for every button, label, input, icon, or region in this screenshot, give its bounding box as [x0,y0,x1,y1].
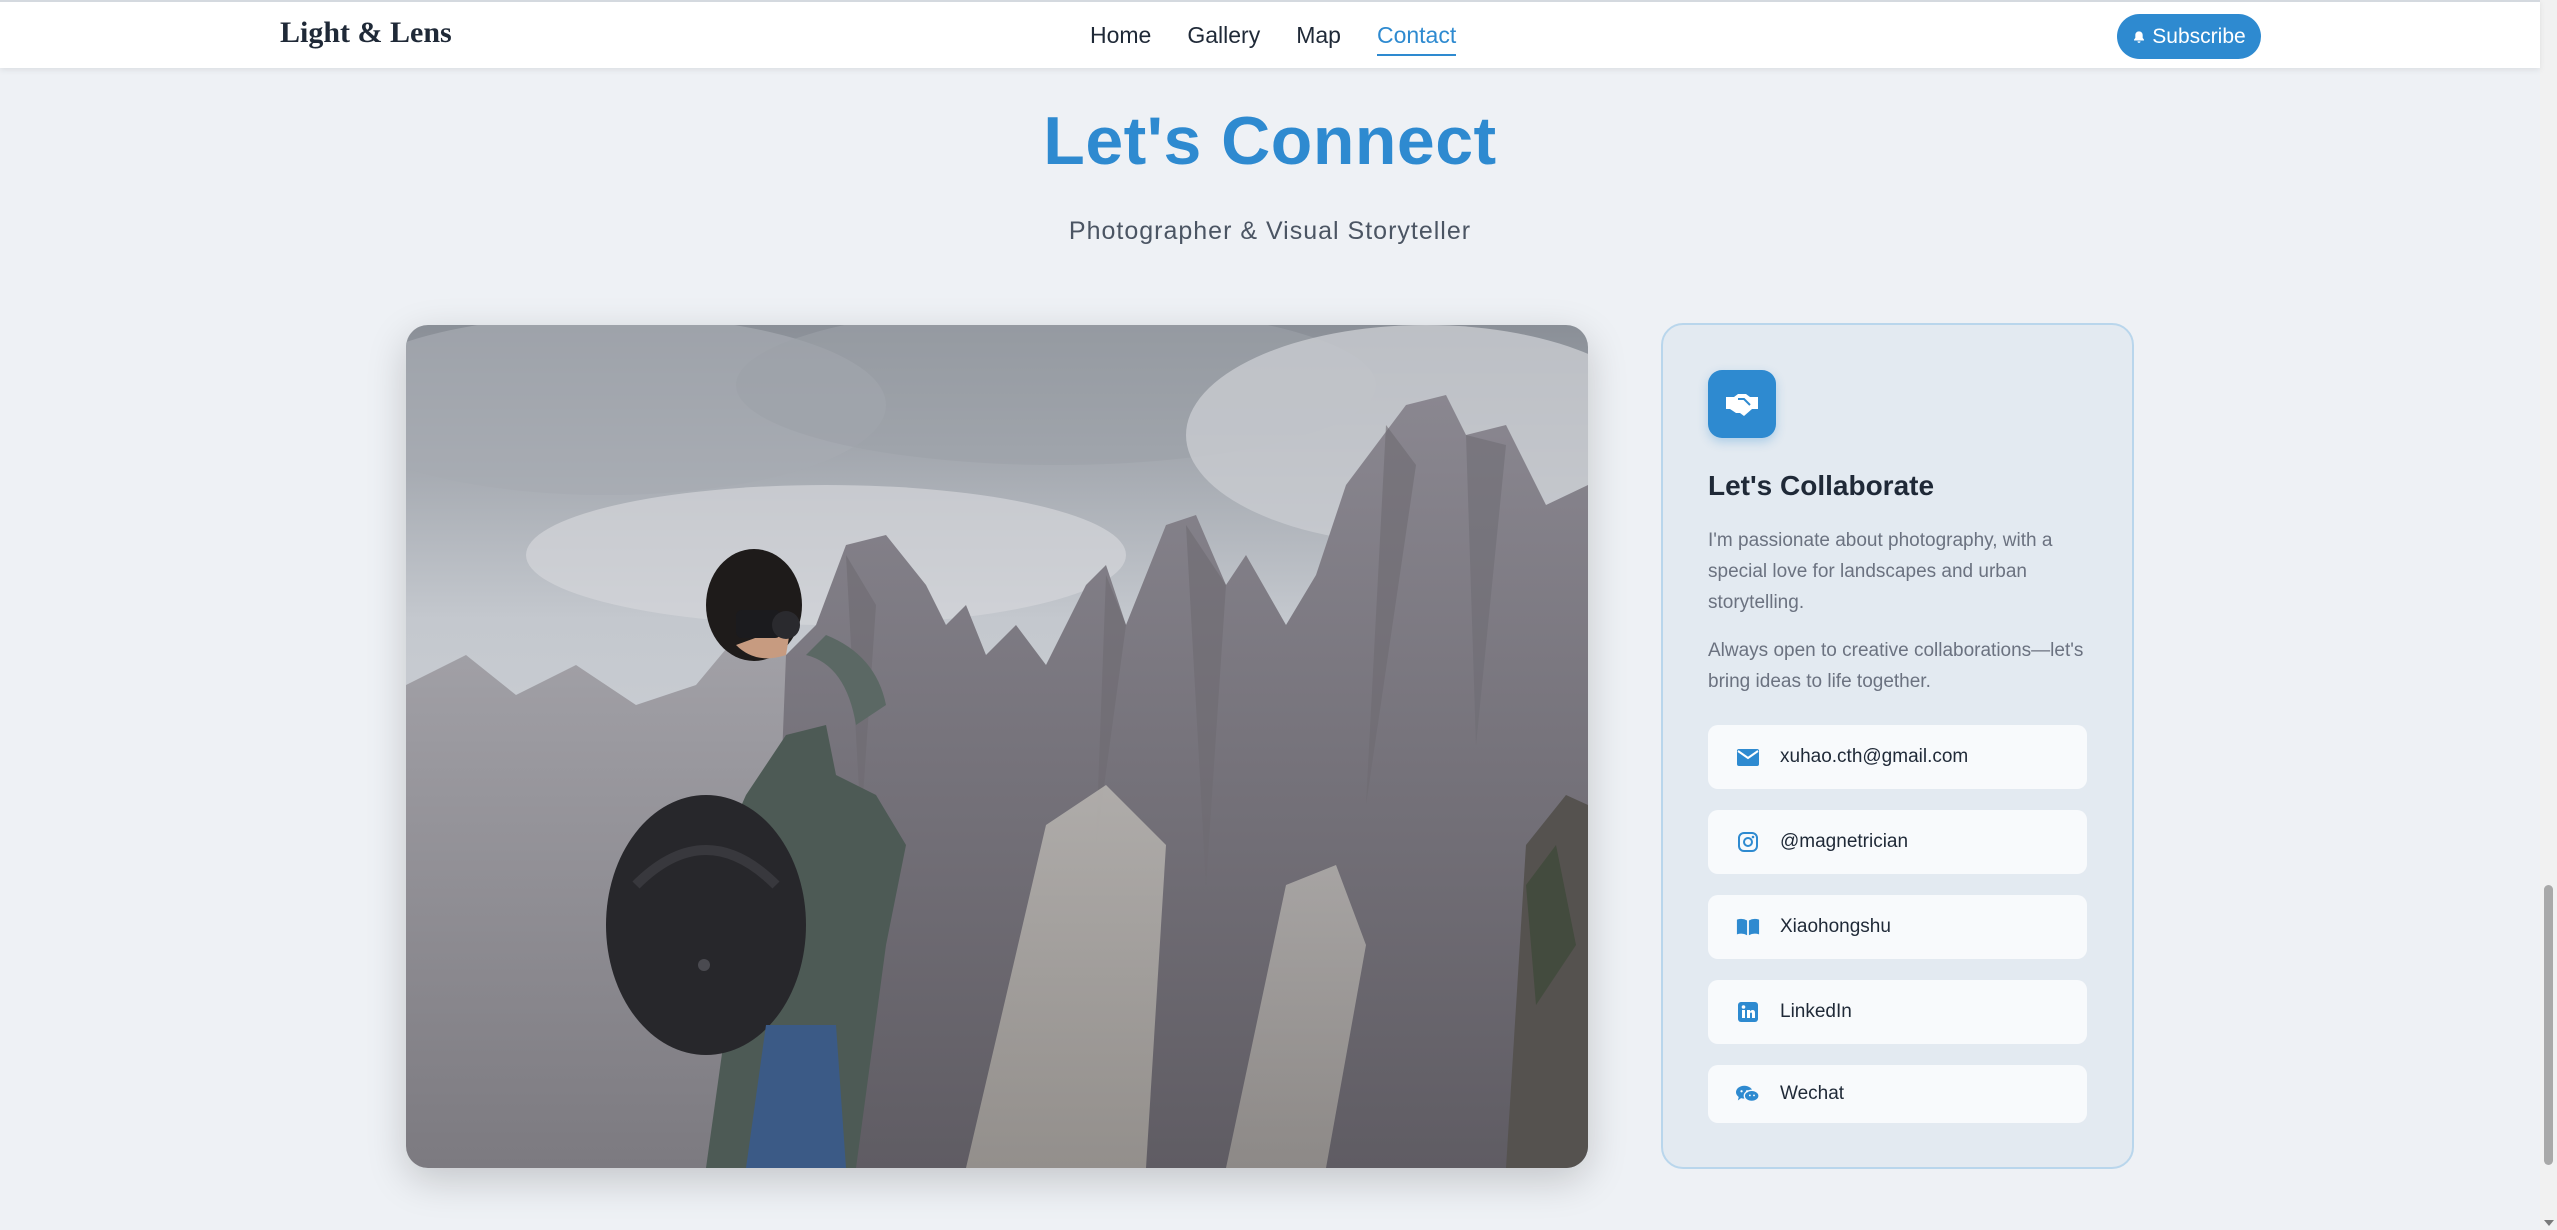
nav-link-contact[interactable]: Contact [1376,22,1457,56]
subscribe-button[interactable]: Subscribe [2117,14,2261,59]
contact-email-label: xuhao.cth@gmail.com [1780,746,1969,767]
nav-link-map[interactable]: Map [1296,22,1341,56]
mountain-photographer-photo [406,325,1588,1168]
contact-linkedin[interactable]: LinkedIn [1708,980,2087,1044]
envelope-icon [1736,745,1760,769]
contact-xiaohongshu[interactable]: Xiaohongshu [1708,895,2087,959]
collaborate-card: Let's Collaborate I'm passionate about p… [1661,323,2134,1169]
scroll-down-arrow-icon[interactable] [2544,1220,2554,1226]
contact-instagram[interactable]: @magnetrician [1708,810,2087,874]
wechat-icon [1736,1082,1760,1106]
instagram-icon [1736,830,1760,854]
book-icon [1736,915,1760,939]
nav-links: Home Gallery Map Contact [1090,22,1457,56]
card-collab-text: Always open to creative collaborations—l… [1708,640,2084,692]
contact-instagram-label: @magnetrician [1780,831,1909,852]
card-intro-text: I'm passionate about photography, with a… [1708,530,2053,613]
scrollbar-thumb[interactable] [2544,885,2553,1165]
page-subtitle: Photographer & Visual Storyteller [1068,217,1472,245]
contact-email[interactable]: xuhao.cth@gmail.com [1708,725,2087,789]
page-title: Let's Connect [1043,103,1497,179]
contact-wechat-label: Wechat [1780,1083,1845,1104]
nav-link-gallery[interactable]: Gallery [1187,22,1260,56]
nav-link-home[interactable]: Home [1090,22,1151,56]
subscribe-label: Subscribe [2152,24,2246,48]
brand-logo[interactable]: Light & Lens [280,16,452,50]
top-navbar: Light & Lens Home Gallery Map Contact Su… [0,0,2540,68]
contact-linkedin-label: LinkedIn [1780,1001,1852,1022]
contact-xiaohongshu-label: Xiaohongshu [1780,916,1891,937]
contact-wechat[interactable]: Wechat [1708,1065,2087,1123]
card-title: Let's Collaborate [1708,470,1935,501]
page-scrollbar[interactable] [2540,0,2557,1230]
bell-icon [2134,30,2145,43]
handshake-icon [1708,370,1776,438]
linkedin-icon [1736,1000,1760,1024]
